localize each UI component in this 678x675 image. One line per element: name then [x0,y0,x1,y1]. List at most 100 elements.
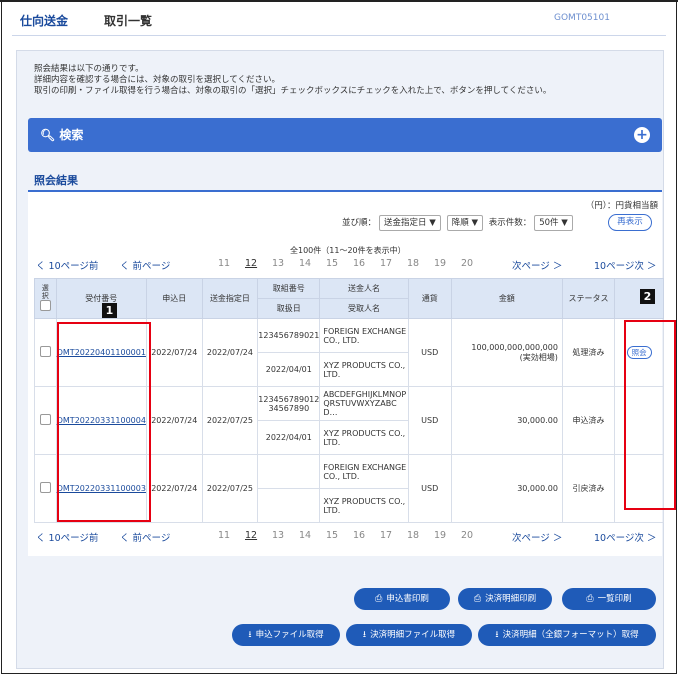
receiver-header: 受取人名 [319,298,409,319]
page-link[interactable]: 18 [407,530,419,541]
receiver-name: XYZ PRODUCTS CO., LTD. [319,420,409,455]
intro-line-2: 詳細内容を確認する場合には、対象の取引を選択してください。 [34,75,280,85]
page-link[interactable]: 16 [353,530,365,541]
printer-icon: ⎙ [586,594,594,604]
currency: USD [407,386,452,455]
print-list-button[interactable]: ⎙ 一覧印刷 [562,588,656,610]
next10-link[interactable]: 10ページ次 ＞ [594,530,656,544]
currency: USD [407,318,452,387]
pager-top: く 10ページ前 く 前ページ 11 12 13 14 15 16 17 18 … [36,258,666,274]
amount: 100,000,000,000,000 [471,342,558,352]
page-link[interactable]: 16 [353,258,365,269]
page-link[interactable]: 15 [326,258,338,269]
status-header: ステータス [561,278,616,319]
download-icon: ⭳ [362,630,367,640]
printer-icon: ⎙ [473,594,482,604]
count-label: 表示件数： [488,218,532,228]
prev-link[interactable]: く 前ページ [120,530,170,544]
download-icon: ⭳ [248,630,252,640]
intro-line-3: 取引の印刷・ファイル取得を行う場合は、対象の取引の「選択」チェックボックスにチェ… [34,86,552,96]
trade-no: 123456789021 [257,318,321,353]
screen-code: GOMT05101 [554,13,610,23]
select-header: 選択 [34,278,57,319]
trade-no: 12345678901234567890 [257,386,321,421]
get-application-file-button[interactable]: ⭳ 申込ファイル取得 [232,624,340,646]
total-count: 全100件（11〜20件を表示中） [290,246,406,255]
sender-name: FOREIGN EXCHANGE CO., LTD. [319,318,409,353]
sort-order-select[interactable]: 降順 ▼ [446,215,484,231]
trade-no [257,454,321,489]
search-label: 🔍︎ 検索 [40,128,84,142]
amount-header: 金額 [450,278,563,319]
next10-link[interactable]: 10ページ次 ＞ [594,258,656,272]
next-link[interactable]: 次ページ ＞ [512,258,562,272]
trade-date-header: 取扱日 [257,298,321,319]
page-link[interactable]: 19 [434,258,446,269]
prev10-link[interactable]: く 10ページ前 [36,530,98,544]
prev10-link[interactable]: く 10ページ前 [36,258,98,272]
send-date: 2022/07/25 [201,386,259,455]
apply-date: 2022/07/24 [145,454,203,523]
search-accordion[interactable]: 🔍︎ 検索 + [28,118,662,152]
page-link[interactable]: 17 [380,530,392,541]
amount: 30,000.00 [450,386,563,455]
status: 引戻済み [561,454,616,523]
row-checkbox[interactable] [39,414,51,425]
printer-icon: ⎙ [375,594,383,604]
highlight-box-1 [57,322,151,522]
plus-icon[interactable]: + [634,127,650,143]
get-settlement-file-button[interactable]: ⭳ 決済明細ファイル取得 [346,624,472,646]
page-link[interactable]: 11 [218,530,230,541]
receiver-name: XYZ PRODUCTS CO., LTD. [319,488,409,523]
apply-date: 2022/07/24 [145,386,203,455]
page-link[interactable]: 20 [461,530,473,541]
next-link[interactable]: 次ページ ＞ [512,530,562,544]
page-link[interactable]: 13 [272,530,284,541]
redisplay-button[interactable]: 再表示 [608,214,652,231]
print-application-button[interactable]: ⎙ 申込書印刷 [354,588,450,610]
status: 申込済み [561,386,616,455]
currency: USD [407,454,452,523]
unit-note: （円）：円貨相当額 [585,201,658,211]
send-date-header: 送金指定日 [201,278,259,319]
page-link[interactable]: 19 [434,530,446,541]
page-link[interactable]: 14 [299,530,311,541]
amount: 30,000.00 [450,454,563,523]
page-link[interactable]: 11 [218,258,230,269]
page-link[interactable]: 18 [407,258,419,269]
send-date: 2022/07/25 [201,454,259,523]
trade-date: 2022/04/01 [257,420,321,455]
sort-field-select[interactable]: 送金指定日 ▼ [379,215,441,231]
get-settlement-zengin-button[interactable]: ⭳ 決済明細（全銀フォーマット）取得 [478,624,656,646]
header-divider [12,35,666,36]
page-link[interactable]: 15 [326,530,338,541]
callout-badge-1: 1 [102,303,117,318]
print-settlement-button[interactable]: ⎙ 決済明細印刷 [458,588,552,610]
trade-date: 2022/04/01 [257,352,321,387]
page-link[interactable]: 20 [461,258,473,269]
page-header: 仕向送金 取引一覧 GOMT05101 [8,8,670,36]
page-link[interactable]: 17 [380,258,392,269]
intro-text: 照会結果は以下の通りです。 詳細内容を確認する場合には、対象の取引を選択してくだ… [34,64,551,97]
page-subtitle: 取引一覧 [104,14,153,28]
download-icon: ⭳ [495,630,499,640]
apply-date-header: 申込日 [145,278,203,319]
status: 処理済み [561,318,616,387]
results-title: 照会結果 [34,174,78,187]
page-link-current[interactable]: 12 [245,530,257,541]
send-date: 2022/07/24 [201,318,259,387]
select-all-checkbox[interactable] [39,300,51,311]
page-link-current[interactable]: 12 [245,258,257,269]
trade-no-header: 取組番号 [257,278,321,299]
row-checkbox[interactable] [39,346,51,357]
count-select[interactable]: 50件 ▼ [534,215,573,231]
row-checkbox[interactable] [39,482,51,493]
page-link[interactable]: 13 [272,258,284,269]
trade-date [257,488,321,523]
page-link[interactable]: 14 [299,258,311,269]
page-title: 仕向送金 [20,14,69,28]
sort-label: 並び順： [342,218,377,228]
prev-link[interactable]: く 前ページ [120,258,170,272]
search-icon: 🔍︎ [40,128,56,142]
sort-controls: 並び順： 送金指定日 ▼ 降順 ▼ 表示件数： 50件 ▼ [342,215,576,231]
